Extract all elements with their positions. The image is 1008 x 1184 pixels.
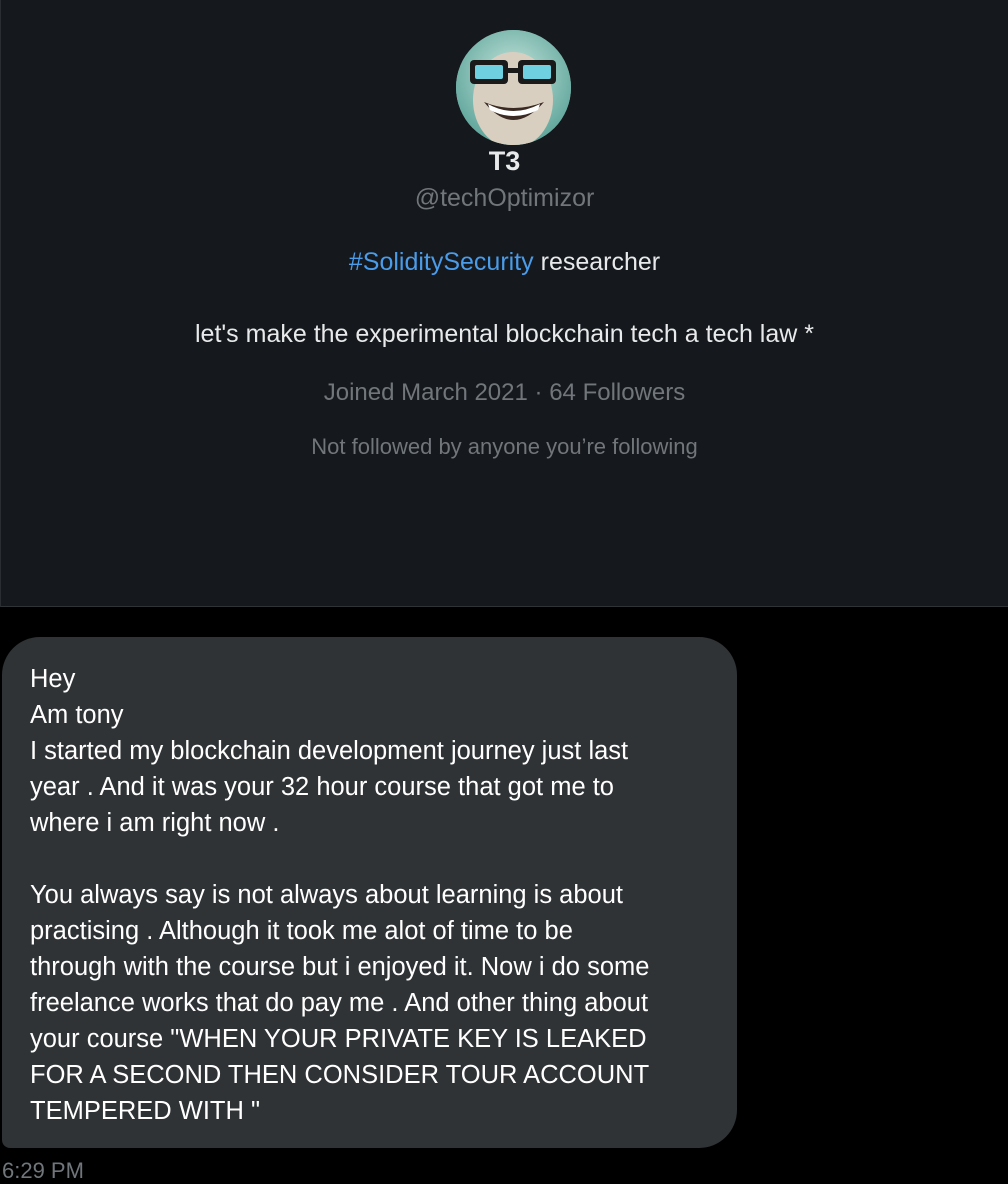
joined-date: Joined March 2021 bbox=[323, 379, 528, 406]
message-bubble[interactable]: Hey Am tony I started my blockchain deve… bbox=[2, 637, 737, 1148]
followed-by-note: Not followed by anyone you’re following bbox=[311, 434, 698, 459]
bio-line-2: let's make the experimental blockchain t… bbox=[195, 320, 814, 348]
bio-text: researcher bbox=[533, 248, 661, 276]
message-text: Hey Am tony I started my blockchain deve… bbox=[30, 665, 650, 1125]
message-timestamp: 6:29 PM bbox=[2, 1158, 84, 1183]
display-name[interactable]: T3 bbox=[1, 146, 1008, 177]
bio-line-1: #SoliditySecurity researcher bbox=[1, 248, 1008, 277]
profile-meta: Joined March 2021 · 64 Followers bbox=[1, 379, 1008, 407]
meta-separator: · bbox=[534, 379, 543, 406]
user-handle[interactable]: @techOptimizor bbox=[1, 184, 1008, 213]
avatar-image bbox=[456, 30, 571, 145]
hashtag-link[interactable]: #SoliditySecurity bbox=[349, 248, 534, 276]
followers-count[interactable]: 64 Followers bbox=[549, 379, 685, 406]
profile-card: T3 @techOptimizor #SoliditySecurity rese… bbox=[0, 0, 1008, 607]
avatar[interactable] bbox=[456, 30, 571, 145]
